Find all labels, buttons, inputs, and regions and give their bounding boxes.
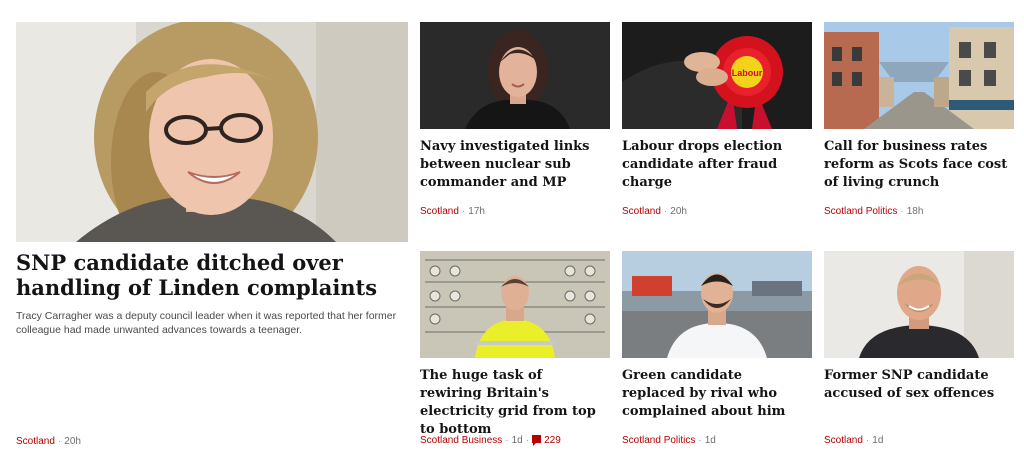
timestamp: 1d	[704, 435, 716, 446]
story-image[interactable]	[420, 22, 610, 129]
story-meta: Scotland Business · 1d · 229	[420, 435, 561, 446]
lead-story-summary: Tracy Carragher was a deputy council lea…	[16, 310, 397, 336]
story-meta: Scotland Politics · 1d	[622, 435, 716, 446]
story-card-6[interactable]: Former SNP candidate accused of sex offe…	[824, 251, 1014, 451]
story-card-2[interactable]: Labour Labour drops election candidate a…	[622, 22, 812, 222]
comments-icon[interactable]	[532, 435, 542, 446]
story-card-3[interactable]: Call for business rates reform as Scots …	[824, 22, 1014, 222]
lead-story-card[interactable]: SNP candidate ditched over handling of L…	[16, 22, 408, 452]
story-headline[interactable]: Green candidate replaced by rival who co…	[622, 367, 808, 421]
lead-story-meta: Scotland · 20h	[16, 436, 81, 447]
story-meta: Scotland Politics · 18h	[824, 206, 924, 217]
section-link[interactable]: Scotland	[16, 436, 55, 447]
story-meta: Scotland · 20h	[622, 206, 687, 217]
timestamp: 18h	[906, 206, 924, 217]
story-meta: Scotland · 1d	[824, 435, 884, 446]
story-image[interactable]	[420, 251, 610, 358]
lead-story-image[interactable]	[16, 22, 408, 242]
lead-story-headline[interactable]: SNP candidate ditched over handling of L…	[16, 250, 388, 300]
story-card-4[interactable]: The huge task of rewiring Britain's elec…	[420, 251, 610, 451]
section-link[interactable]: Scotland Politics	[824, 206, 897, 217]
story-image[interactable]	[824, 251, 1014, 358]
timestamp: 20h	[64, 436, 81, 447]
story-card-1[interactable]: Navy investigated links between nuclear …	[420, 22, 610, 222]
section-link[interactable]: Scotland	[824, 435, 863, 446]
story-headline[interactable]: Labour drops election candidate after fr…	[622, 138, 808, 192]
story-image[interactable]	[824, 22, 1014, 129]
rosette-text: Labour	[732, 68, 763, 78]
story-card-5[interactable]: Green candidate replaced by rival who co…	[622, 251, 812, 451]
comment-count[interactable]: 229	[544, 435, 561, 446]
section-link[interactable]: Scotland Business	[420, 435, 502, 446]
section-link[interactable]: Scotland	[420, 206, 459, 217]
story-image[interactable]: Labour	[622, 22, 812, 129]
story-headline[interactable]: Former SNP candidate accused of sex offe…	[824, 367, 1010, 403]
section-link[interactable]: Scotland	[622, 206, 661, 217]
timestamp: 1d	[872, 435, 884, 446]
story-headline[interactable]: Navy investigated links between nuclear …	[420, 138, 606, 192]
story-headline[interactable]: Call for business rates reform as Scots …	[824, 138, 1010, 192]
timestamp: 20h	[670, 206, 687, 217]
story-headline[interactable]: The huge task of rewiring Britain's elec…	[420, 367, 606, 439]
story-meta: Scotland · 17h	[420, 206, 485, 217]
timestamp: 17h	[468, 206, 485, 217]
story-image[interactable]	[622, 251, 812, 358]
section-link[interactable]: Scotland Politics	[622, 435, 695, 446]
timestamp: 1d	[511, 435, 523, 446]
